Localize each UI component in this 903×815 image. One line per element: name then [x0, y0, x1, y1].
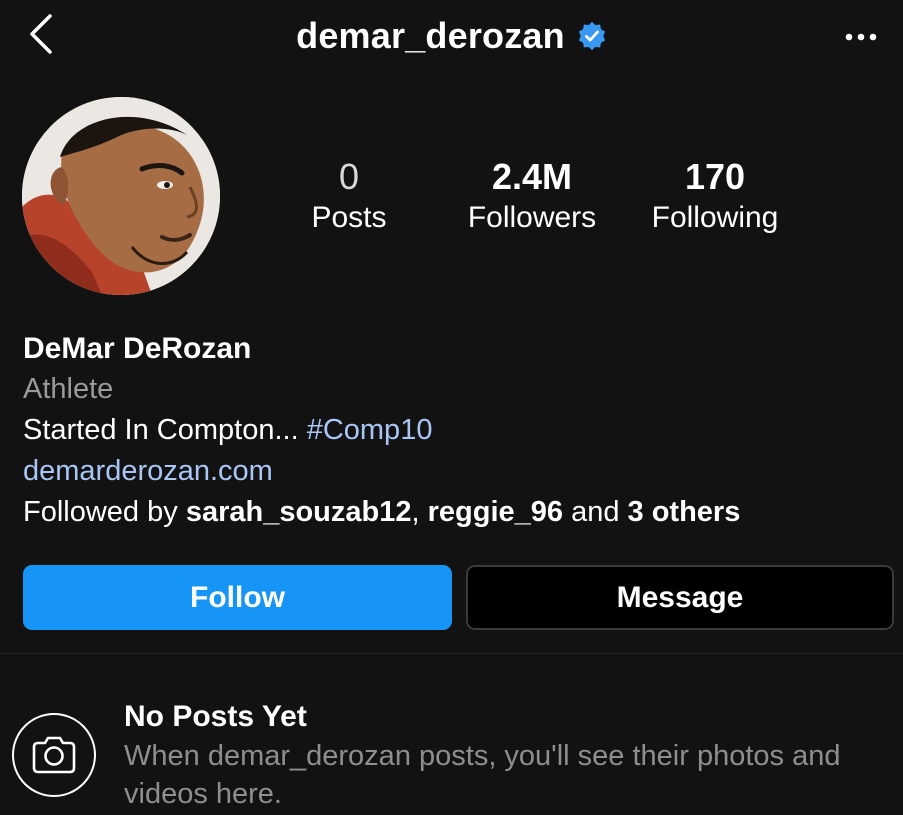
verified-badge-icon — [578, 21, 606, 51]
section-divider — [0, 653, 903, 654]
followed-by-others-link[interactable]: 3 others — [628, 496, 741, 528]
followed-by-user-link[interactable]: sarah_souzab12 — [186, 496, 412, 528]
more-options-button[interactable] — [843, 26, 879, 48]
profile-category: Athlete — [23, 373, 114, 405]
followers-count: 2.4M — [491, 156, 573, 197]
posts-label: Posts — [311, 201, 387, 234]
followers-label: Followers — [467, 201, 597, 234]
profile-display-name: DeMar DeRozan — [23, 332, 252, 365]
posts-count: 0 — [338, 156, 360, 197]
follow-button[interactable]: Follow — [23, 565, 452, 630]
more-horizontal-icon — [845, 33, 877, 41]
top-nav-bar: demar_derozan — [0, 0, 903, 76]
profile-bio: DeMar DeRozan Athlete Started In Compton… — [23, 328, 883, 533]
empty-state-title: No Posts Yet — [124, 700, 307, 733]
profile-username-title: demar_derozan — [296, 15, 565, 56]
followed-by-prefix: Followed by — [23, 496, 186, 528]
bio-text: Started In Compton... — [23, 414, 307, 446]
bio-hashtag-link[interactable]: #Comp10 — [307, 414, 433, 446]
following-label: Following — [651, 201, 779, 234]
following-count-stat[interactable]: 170 Following — [636, 155, 794, 237]
empty-state-description: When demar_derozan posts, you'll see the… — [124, 740, 841, 810]
camera-icon — [32, 736, 76, 774]
avatar-illustration — [22, 97, 220, 295]
followed-by-separator: , — [411, 496, 428, 528]
message-button[interactable]: Message — [466, 565, 894, 630]
profile-avatar[interactable] — [22, 97, 220, 295]
empty-posts-state: No Posts Yet When demar_derozan posts, y… — [124, 697, 894, 813]
followed-by-user-link[interactable]: reggie_96 — [428, 496, 563, 528]
followers-count-stat[interactable]: 2.4M Followers — [452, 155, 612, 237]
following-count: 170 — [684, 156, 746, 197]
followed-by-line: Followed by sarah_souzab12, reggie_96 an… — [23, 492, 883, 533]
bio-text-line: Started In Compton... #Comp10 — [23, 410, 883, 451]
followed-by-and: and — [563, 496, 628, 528]
profile-header: demar_derozan — [0, 12, 903, 60]
profile-website-link[interactable]: demarderozan.com — [23, 451, 883, 492]
empty-state-camera — [12, 713, 96, 797]
posts-count-stat[interactable]: 0 Posts — [290, 155, 408, 237]
